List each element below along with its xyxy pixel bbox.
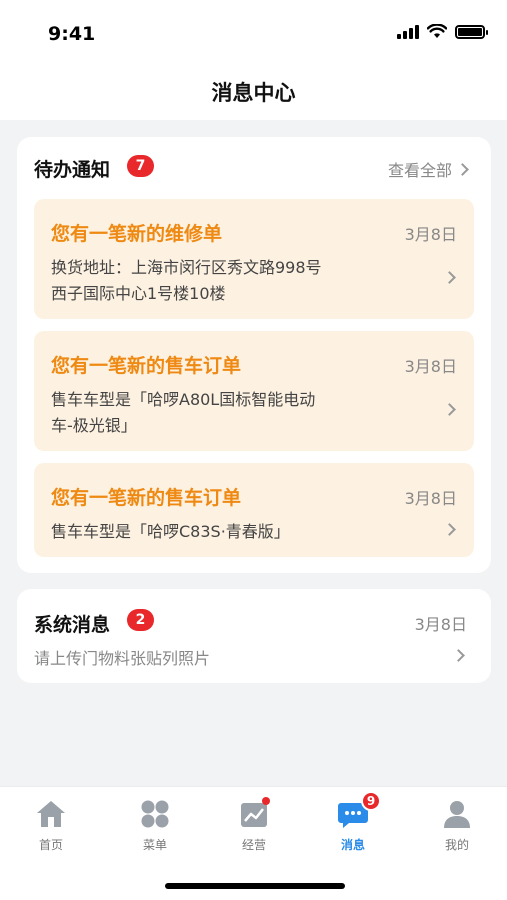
todo-item-title: 您有一笔新的维修单 [51,223,223,245]
todo-item-date: 3月8日 [404,225,457,244]
chart-icon [214,797,294,831]
status-icons [397,24,488,39]
chevron-right-icon [443,403,456,416]
home-icon [11,797,91,831]
tab-home[interactable]: 首页 [11,797,91,853]
tab-business[interactable]: 经营 [214,797,294,853]
tab-messages[interactable]: 9 消息 [313,791,393,853]
message-count-badge: 9 [361,791,381,811]
system-message-date: 3月8日 [414,615,467,634]
system-message-card[interactable]: 系统消息 2 3月8日 请上传门物料张贴列照片 [17,589,491,683]
todo-item-date: 3月8日 [404,357,457,376]
system-message-title: 系统消息 [34,614,111,636]
todo-item-body: 售车车型是「哈啰C83S·青春版」 [51,519,401,545]
tab-label: 菜单 [142,838,167,852]
system-message-text: 请上传门物料张贴列照片 [34,649,211,668]
todo-item-body: 换货地址：上海市闵行区秀文路998号 西子国际中心1号楼10楼 [51,255,401,307]
battery-icon [455,24,488,39]
view-all-link[interactable]: 查看全部 [387,157,469,181]
todo-item-line: 车-极光银」 [51,416,137,435]
message-icon: 9 [313,791,393,831]
todo-header: 待办通知 7 查看全部 [17,137,491,197]
todo-item-title: 您有一笔新的售车订单 [51,487,242,509]
system-count-badge: 2 [127,609,154,631]
todo-item-line: 换货地址：上海市闵行区秀文路998号 [51,258,322,277]
todo-card: 待办通知 7 查看全部 您有一笔新的维修单 3月8日 换货地址：上海市闵行区秀文… [17,137,491,573]
tab-label: 首页 [38,838,63,852]
tab-label: 我的 [444,838,469,852]
chevron-right-icon [452,649,465,662]
todo-item-line: 售车车型是「哈啰C83S·青春版」 [51,522,290,541]
tab-label: 消息 [340,838,365,852]
todo-title: 待办通知 [34,159,111,181]
chevron-right-icon [443,271,456,284]
todo-item[interactable]: 您有一笔新的售车订单 3月8日 售车车型是「哈啰A80L国标智能电动 车-极光银… [34,331,474,451]
user-icon [417,797,497,831]
notification-dot [262,797,270,805]
chevron-right-icon [443,523,456,536]
todo-item-line: 西子国际中心1号楼10楼 [51,284,226,303]
tab-profile[interactable]: 我的 [417,797,497,853]
todo-item-date: 3月8日 [404,489,457,508]
wifi-icon [427,24,447,38]
todo-item[interactable]: 您有一笔新的售车订单 3月8日 售车车型是「哈啰C83S·青春版」 [34,463,474,557]
view-all-label: 查看全部 [387,161,452,180]
todo-item-title: 您有一笔新的售车订单 [51,355,242,377]
page-title: 消息中心 [211,81,296,105]
chevron-right-icon [456,162,469,176]
todo-item[interactable]: 您有一笔新的维修单 3月8日 换货地址：上海市闵行区秀文路998号 西子国际中心… [34,199,474,319]
status-bar: 9:41 [0,0,507,64]
status-time: 9:41 [48,23,96,45]
grid-icon [115,797,195,831]
signal-icon [397,24,419,39]
todo-item-line: 售车车型是「哈啰A80L国标智能电动 [51,390,316,409]
todo-item-body: 售车车型是「哈啰A80L国标智能电动 车-极光银」 [51,387,401,439]
nav-bar: 消息中心 [0,64,507,120]
tab-label: 经营 [241,838,266,852]
tab-menu[interactable]: 菜单 [115,797,195,853]
home-indicator [165,883,345,889]
todo-count-badge: 7 [127,155,154,177]
